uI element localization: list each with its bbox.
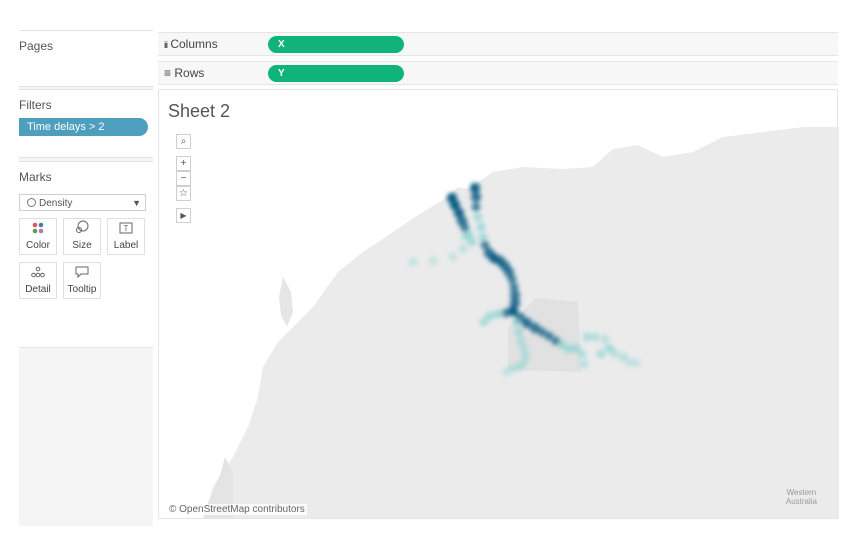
density-point (458, 244, 468, 254)
density-point (501, 367, 511, 377)
mark-type-dropdown[interactable]: Density ▼ (19, 194, 146, 211)
size-button[interactable]: Size (63, 218, 101, 255)
density-mark-icon (27, 198, 36, 207)
y-pill[interactable]: Y (268, 65, 404, 82)
map-view[interactable]: ⌕ + − ☆ ▶ © OpenStreetMap contributors W… (163, 127, 839, 518)
search-icon[interactable]: ⌕ (176, 134, 191, 149)
density-point (507, 274, 517, 284)
density-point (470, 191, 482, 203)
tooltip-icon (64, 264, 100, 284)
size-label: Size (72, 240, 92, 251)
sheet-view: Sheet 2 ⌕ + − ☆ ▶ © OpenStreetMap contri… (158, 89, 839, 519)
density-point (479, 317, 489, 327)
columns-shelf[interactable]: iii Columns X (158, 32, 838, 56)
density-point (590, 332, 600, 342)
zoom-in-button[interactable]: + (176, 156, 191, 171)
density-point (577, 349, 587, 359)
island (279, 277, 293, 327)
tooltip-label: Tooltip (67, 284, 97, 295)
region-label: Western Australia (786, 488, 817, 506)
region-label-2: Australia (785, 497, 817, 506)
density-point (471, 202, 481, 212)
density-point (631, 358, 641, 368)
density-point (476, 222, 486, 232)
color-icon (20, 220, 56, 240)
color-button[interactable]: Color (19, 218, 57, 255)
sheet-title[interactable]: Sheet 2 (168, 101, 230, 122)
size-icon (64, 220, 100, 240)
left-panel: Pages Filters Time delays > 2 Marks Dens… (19, 30, 153, 526)
pages-card: Pages (19, 30, 153, 87)
rows-shelf[interactable]: ≡ Rows Y (158, 61, 838, 85)
map-canvas (203, 127, 839, 518)
density-point (460, 232, 470, 242)
density-point (493, 309, 503, 319)
columns-icon: iii (164, 40, 168, 50)
pages-title: Pages (19, 39, 54, 53)
columns-shelf-label: iii Columns (164, 33, 218, 56)
color-label: Color (26, 240, 50, 251)
marks-title: Marks (19, 170, 52, 184)
rows-label: Rows (174, 66, 205, 80)
density-point (478, 232, 488, 242)
density-point (473, 212, 483, 222)
region-label-1: Western (786, 488, 817, 497)
tooltip-button[interactable]: Tooltip (63, 262, 101, 299)
density-point (516, 336, 526, 346)
detail-button[interactable]: Detail (19, 262, 57, 299)
x-pill[interactable]: X (268, 36, 404, 53)
columns-label: Columns (170, 37, 218, 51)
detail-label: Detail (25, 284, 51, 295)
density-point (579, 359, 589, 369)
chevron-down-icon: ▼ (132, 198, 141, 208)
mark-type-label: Density (39, 198, 73, 209)
density-point (408, 257, 418, 267)
density-point (448, 252, 458, 262)
map-attribution: © OpenStreetMap contributors (167, 504, 307, 515)
expand-toolbar-icon[interactable]: ▶ (176, 208, 191, 223)
density-point (514, 327, 524, 337)
label-icon: T (108, 220, 144, 240)
filter-pill-time-delays[interactable]: Time delays > 2 (19, 118, 148, 136)
pin-icon[interactable]: ☆ (176, 186, 191, 201)
rows-icon: ≡ (164, 66, 172, 80)
filters-title: Filters (19, 98, 52, 112)
density-point (596, 349, 606, 359)
detail-icon (20, 264, 56, 284)
density-point (428, 256, 438, 266)
density-point (600, 334, 610, 344)
zoom-out-button[interactable]: − (176, 171, 191, 186)
density-point (469, 182, 481, 194)
svg-text:T: T (124, 224, 129, 233)
label-label: Label (113, 240, 139, 251)
density-point (582, 332, 592, 342)
density-point (512, 317, 522, 327)
density-point (519, 344, 529, 354)
label-button[interactable]: T Label (107, 218, 145, 255)
rows-shelf-label: ≡ Rows (164, 62, 204, 84)
density-point (609, 348, 619, 358)
density-point (501, 308, 511, 318)
